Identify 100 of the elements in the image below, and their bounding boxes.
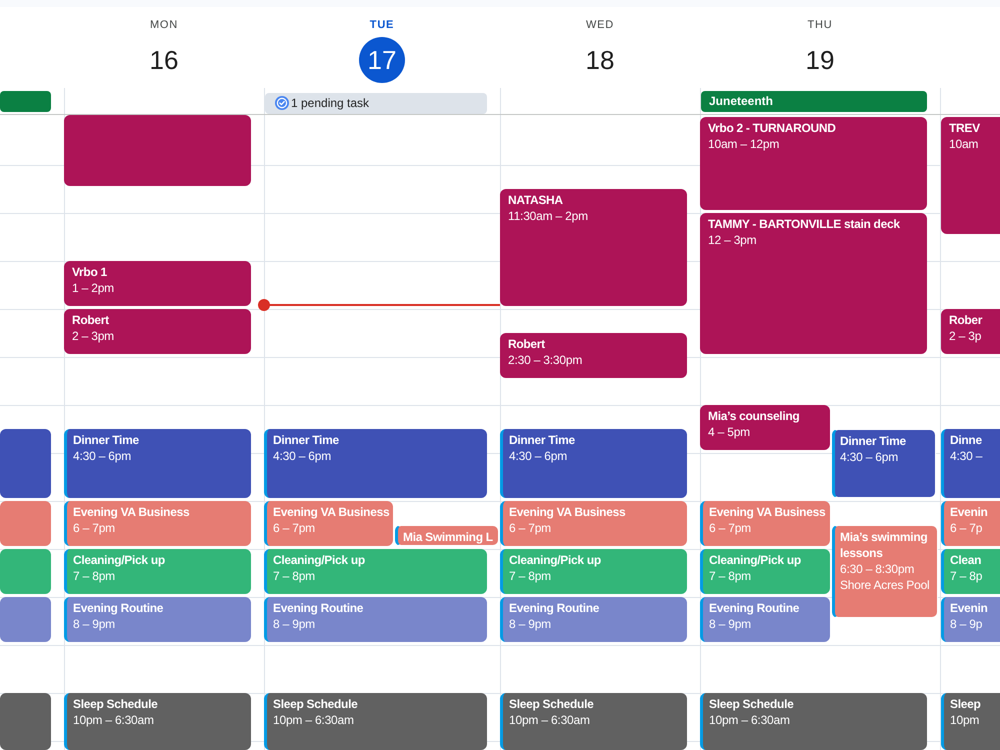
calendar-event[interactable]: Rober 2 – 3p <box>941 309 1000 354</box>
event-time: 11:30am – 2pm <box>508 208 588 224</box>
event-title: Dinne <box>950 432 982 448</box>
event-time: 6:30 – 8:30pm <box>840 561 914 577</box>
event-title: Mia Swimming L <box>403 529 493 545</box>
event-time: 7 – 8pm <box>509 568 551 584</box>
event-title: Evening Routine <box>509 600 600 616</box>
calendar-event[interactable]: Dinner Time 4:30 – 6pm <box>832 429 936 498</box>
calendar-event[interactable]: Vrbo 1 1 – 2pm <box>64 261 251 306</box>
event-title: TREV <box>949 120 980 136</box>
event-title: Evenin <box>950 600 988 616</box>
calendar-event[interactable]: Sleep Schedule 10pm – 6:30am <box>500 693 687 750</box>
event-time: 4 – 5pm <box>708 424 750 440</box>
calendar-event[interactable]: Sleep Schedule 10pm – 6:30am <box>700 693 927 750</box>
event-title: Cleaning/Pick up <box>73 552 165 568</box>
event-title: Vrbo 2 - TURNAROUND <box>708 120 836 136</box>
calendar-event[interactable] <box>0 501 51 546</box>
event-title: Dinner Time <box>840 433 906 449</box>
event-time: 8 – 9pm <box>273 616 315 632</box>
event-time: 8 – 9pm <box>709 616 751 632</box>
calendar-event[interactable] <box>0 429 51 498</box>
weekday-label: THU <box>807 18 832 32</box>
event-time: 8 – 9p <box>950 616 982 632</box>
event-title: Mia’s swimming lessons <box>840 529 928 561</box>
event-title: Sleep Schedule <box>509 696 594 712</box>
calendar-event[interactable]: Sleep 10pm <box>941 693 1000 750</box>
event-title: Evening VA Business <box>273 504 390 520</box>
calendar-event[interactable]: TREV 10am <box>941 117 1000 234</box>
event-time: 10pm – 6:30am <box>709 712 790 728</box>
event-time: 10am <box>949 136 978 152</box>
event-time: 6 – 7pm <box>73 520 115 536</box>
event-title: NATASHA <box>508 192 563 208</box>
calendar-event[interactable]: Evening Routine 8 – 9pm <box>500 597 687 642</box>
event-time: 2 – 3p <box>949 328 982 344</box>
calendar-event[interactable]: Robert 2:30 – 3:30pm <box>500 333 687 378</box>
calendar-event[interactable]: NATASHA 11:30am – 2pm <box>500 189 687 306</box>
event-title: Cleaning/Pick up <box>273 552 365 568</box>
event-title: Sleep <box>950 696 981 712</box>
calendar-event[interactable]: Vrbo 2 - TURNAROUND 10am – 12pm <box>700 117 927 210</box>
weekday-label: WED <box>586 18 614 32</box>
calendar-event[interactable] <box>0 597 51 642</box>
calendar-event[interactable]: Dinne 4:30 – <box>941 429 1000 498</box>
event-time: 4:30 – 6pm <box>509 448 568 464</box>
calendar-event[interactable]: Dinner Time 4:30 – 6pm <box>264 429 487 498</box>
event-title: Sleep Schedule <box>273 696 358 712</box>
calendar-event[interactable]: Robert 2 – 3pm <box>64 309 251 354</box>
check-circle-icon <box>275 96 289 110</box>
event-time: 2 – 3pm <box>72 328 114 344</box>
calendar-event[interactable] <box>64 115 251 186</box>
event-time: 7 – 8pm <box>273 568 315 584</box>
event-time: 4:30 – <box>950 448 982 464</box>
event-time: 6 – 7pm <box>509 520 551 536</box>
event-title: Robert <box>72 312 109 328</box>
event-title: Dinner Time <box>509 432 575 448</box>
calendar-event[interactable]: Dinner Time 4:30 – 6pm <box>500 429 687 498</box>
event-time: 1 – 2pm <box>72 280 114 296</box>
calendar-event[interactable] <box>0 693 51 750</box>
calendar-event[interactable] <box>0 549 51 594</box>
calendar-event[interactable]: Sleep Schedule 10pm – 6:30am <box>264 693 487 750</box>
pending-task-chip[interactable]: 1 pending task <box>265 93 487 114</box>
calendar-event[interactable]: Evenin 8 – 9p <box>941 597 1000 642</box>
event-time: 4:30 – 6pm <box>273 448 332 464</box>
event-title: Evening Routine <box>73 600 164 616</box>
date-number[interactable]: 18 <box>577 37 623 83</box>
event-title: Sleep Schedule <box>709 696 794 712</box>
event-time: 7 – 8pm <box>709 568 751 584</box>
date-number[interactable]: 16 <box>141 37 187 83</box>
event-time: 10am – 12pm <box>708 136 780 152</box>
event-title: Cleaning/Pick up <box>709 552 801 568</box>
weekday-label: TUE <box>370 18 394 32</box>
event-time: 4:30 – 6pm <box>840 449 898 465</box>
event-time: 6 – 7pm <box>273 520 315 536</box>
event-title: TAMMY - BARTONVILLE stain deck <box>708 216 900 232</box>
all-day-event[interactable] <box>0 91 51 112</box>
event-time: 7 – 8pm <box>73 568 115 584</box>
event-time: 12 – 3pm <box>708 232 756 248</box>
event-time: 10pm – 6:30am <box>509 712 590 728</box>
event-title: Evenin <box>950 504 988 520</box>
calendar-event[interactable]: Mia’s counseling 4 – 5pm <box>700 405 830 450</box>
event-time: 10pm – 6:30am <box>73 712 154 728</box>
event-title: Dinner Time <box>73 432 139 448</box>
calendar-event[interactable]: Evening Routine 8 – 9pm <box>700 597 830 642</box>
calendar-event[interactable]: Sleep Schedule 10pm – 6:30am <box>64 693 251 750</box>
event-title: Evening VA Business <box>509 504 626 520</box>
all-day-event[interactable]: Juneteenth <box>701 91 927 112</box>
event-time: 8 – 9pm <box>509 616 551 632</box>
event-time: 7 – 8p <box>950 568 982 584</box>
event-title: Robert <box>508 336 545 352</box>
date-number[interactable]: 19 <box>797 37 843 83</box>
event-title: Evening VA Business <box>709 504 826 520</box>
calendar-event[interactable]: TAMMY - BARTONVILLE stain deck 12 – 3pm <box>700 213 927 354</box>
calendar-event[interactable]: Evening Routine 8 – 9pm <box>64 597 251 642</box>
event-title: Cleaning/Pick up <box>509 552 601 568</box>
event-title: Clean <box>950 552 982 568</box>
event-title: Evening Routine <box>709 600 800 616</box>
calendar-event[interactable]: Dinner Time 4:30 – 6pm <box>64 429 251 498</box>
event-time: 6 – 7pm <box>709 520 751 536</box>
date-number[interactable]: 17 <box>359 37 405 83</box>
calendar-event[interactable]: Evening Routine 8 – 9pm <box>264 597 487 642</box>
event-title: Sleep Schedule <box>73 696 158 712</box>
